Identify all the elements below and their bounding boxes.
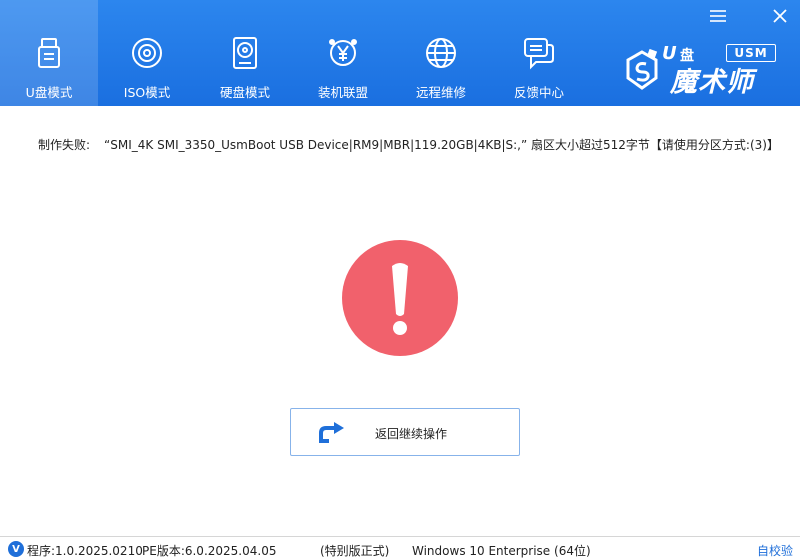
logo-brand: 魔术师 <box>670 67 754 98</box>
return-continue-button[interactable]: 返回继续操作 <box>290 408 520 456</box>
mode-tabs: U盘模式 ISO模式 硬盘模式 装机联盟 远程维修 反馈中心 <box>0 0 588 106</box>
error-prefix: 制作失败: <box>38 138 91 152</box>
error-message: 制作失败: “SMI_4K SMI_3350_UsmBoot USB Device… <box>38 136 779 153</box>
tab-label: 反馈中心 <box>513 85 564 100</box>
tab-label: U盘模式 <box>25 85 73 100</box>
error-detail: “SMI_4K SMI_3350_UsmBoot USB Device|RM9|… <box>104 138 779 152</box>
tab-install-alliance[interactable]: 装机联盟 <box>294 0 392 106</box>
tab-label: 远程维修 <box>415 85 466 100</box>
tab-iso-mode[interactable]: ISO模式 <box>98 0 196 106</box>
logo-emblem-icon <box>626 48 658 90</box>
yuan-icon <box>326 36 360 70</box>
tab-feedback-center[interactable]: 反馈中心 <box>490 0 588 106</box>
pe-version: PE版本:6.0.2025.04.05 <box>142 544 277 558</box>
version-badge-icon: V <box>8 541 24 557</box>
exclamation-icon <box>392 263 408 335</box>
tab-label: 装机联盟 <box>317 85 368 100</box>
tab-remote-repair[interactable]: 远程维修 <box>392 0 490 106</box>
close-icon <box>773 9 787 23</box>
error-indicator <box>342 240 458 356</box>
edition-label: (特别版正式) <box>320 544 390 558</box>
menu-button[interactable] <box>706 4 730 28</box>
self-check-link[interactable]: 自校验 <box>757 542 793 559</box>
tab-label: 硬盘模式 <box>219 85 270 100</box>
globe-icon <box>424 36 458 70</box>
return-arrow-icon <box>319 422 344 443</box>
return-button-label: 返回继续操作 <box>375 427 448 441</box>
disc-icon <box>130 36 164 70</box>
program-version: 程序:1.0.2025.0210 <box>27 544 143 558</box>
usb-drive-icon <box>32 36 66 70</box>
hard-disk-icon <box>228 36 262 70</box>
tab-usb-mode[interactable]: U盘模式 <box>0 0 98 106</box>
header-bar: U盘模式 ISO模式 硬盘模式 装机联盟 远程维修 反馈中心 U 盘 USM 魔… <box>0 0 800 106</box>
status-bar: V 程序:1.0.2025.0210 PE版本:6.0.2025.04.05 (… <box>0 536 800 560</box>
tab-label: ISO模式 <box>123 85 171 100</box>
chat-icon <box>522 36 556 70</box>
close-button[interactable] <box>768 4 792 28</box>
app-logo: U 盘 USM 魔术师 <box>622 43 790 98</box>
app-window: U盘模式 ISO模式 硬盘模式 装机联盟 远程维修 反馈中心 U 盘 USM 魔… <box>0 0 800 560</box>
menu-icon <box>710 10 726 22</box>
os-info: Windows 10 Enterprise (64位) <box>412 544 591 558</box>
tab-harddisk-mode[interactable]: 硬盘模式 <box>196 0 294 106</box>
